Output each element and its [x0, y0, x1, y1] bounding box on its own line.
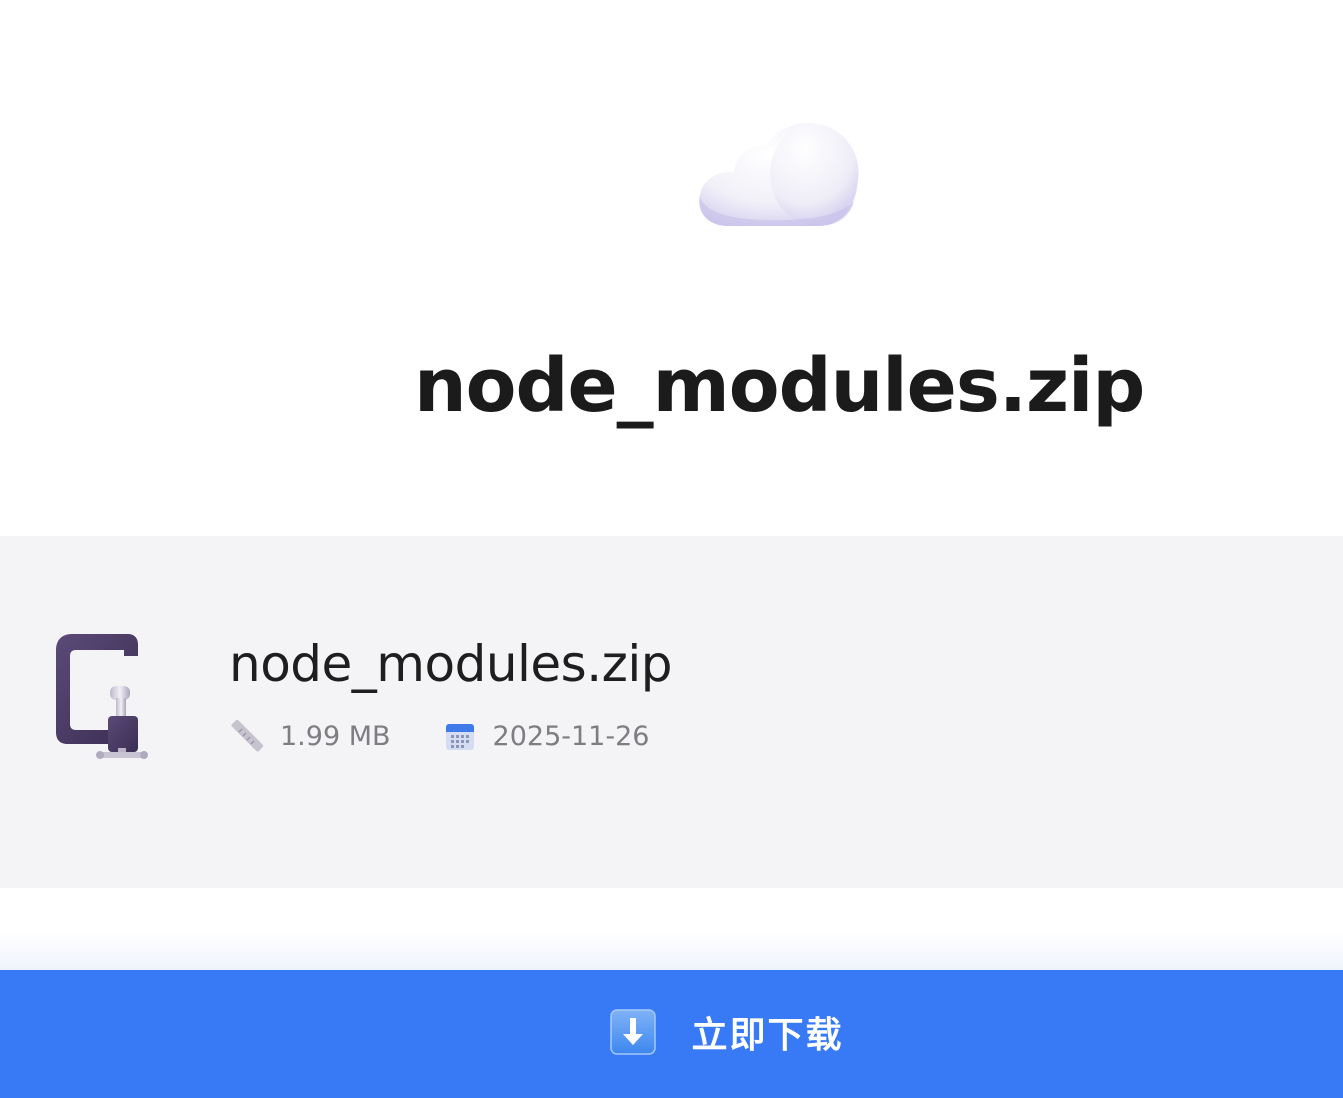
cloud-icon [699, 122, 859, 226]
file-date: 2025-11-26 [492, 720, 650, 752]
file-meta: 1.99 MB 2025-11-26 [230, 718, 649, 754]
ruler-icon [231, 719, 264, 752]
file-size: 1.99 MB [280, 720, 391, 752]
file-name: node_modules.zip [229, 635, 672, 693]
file-date-item: 2025-11-26 [443, 719, 650, 753]
bottom-fade [0, 888, 1343, 970]
calendar-icon [445, 724, 474, 750]
file-info-card: node_modules.zip 1.99 MB 2025-11-26 [0, 536, 1343, 888]
hero-file-title: node_modules.zip [414, 343, 1145, 429]
file-size-item: 1.99 MB [230, 719, 391, 753]
download-button-content[interactable]: 立即下载 [609, 1006, 843, 1058]
download-label[interactable]: 立即下载 [691, 1006, 843, 1058]
download-button[interactable]: 立即下载 [0, 970, 1343, 1098]
clamp-icon [56, 634, 148, 759]
hero-section: node_modules.zip [0, 0, 1343, 536]
download-arrow-icon[interactable] [609, 1008, 657, 1056]
